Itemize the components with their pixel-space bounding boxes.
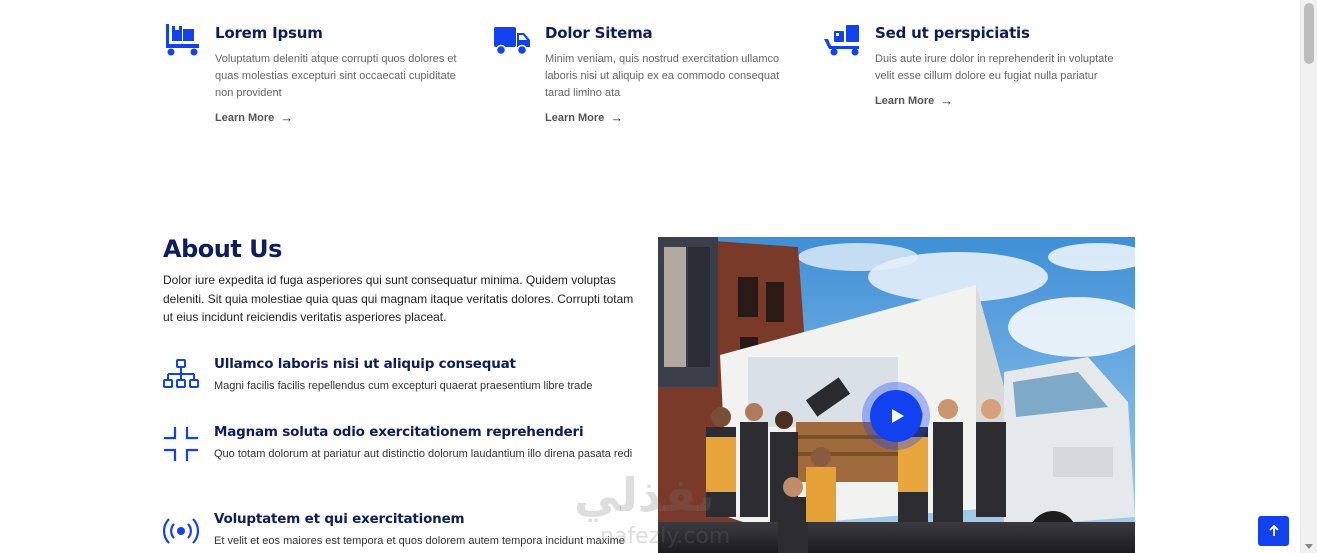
play-button[interactable] — [870, 390, 922, 442]
feature-text: Duis aute irure dolor in reprehenderit i… — [875, 53, 1114, 82]
play-icon — [892, 409, 904, 423]
about-title: About Us — [163, 235, 282, 263]
watermark-url: nafezly.com — [600, 524, 731, 549]
arrow-right-icon: → — [610, 110, 624, 125]
watermark-logo: نفذلي — [574, 468, 715, 522]
feature-text: Voluptatum deleniti atque corrupti quos … — [215, 53, 457, 99]
diagram-network-icon — [163, 358, 199, 394]
about-item-title: Magnam soluta odio exercitationem repreh… — [214, 424, 584, 440]
arrow-right-icon: → — [940, 93, 954, 108]
learn-more-label: Learn More — [545, 111, 605, 124]
feature-title: Sed ut perspiciatis — [875, 24, 1030, 42]
about-item-text: Et velit et eos maiores est tempora et q… — [214, 535, 625, 547]
feature-title: Dolor Sitema — [545, 24, 653, 42]
about-item-title: Ullamco laboris nisi ut aliquip consequa… — [214, 356, 516, 372]
arrow-up-icon — [1268, 525, 1279, 536]
delivery-truck-icon — [493, 22, 531, 56]
scrollbar-thumb[interactable] — [1304, 3, 1314, 64]
feature-text: Minim veniam, quis nostrud exercitation … — [545, 53, 780, 99]
about-item-text: Magni facilis facilis repellendus cum ex… — [214, 380, 593, 392]
fullscreen-exit-icon — [163, 426, 199, 462]
learn-more-label: Learn More — [215, 111, 275, 124]
learn-more-label: Learn More — [875, 94, 935, 107]
page: Lorem Ipsum Voluptatum deleniti atque co… — [0, 0, 1300, 553]
learn-more-link[interactable]: Learn More → — [215, 110, 293, 125]
scroll-down-arrow-icon[interactable] — [1305, 544, 1313, 549]
hand-truck-boxes-icon — [163, 22, 201, 56]
arrow-right-icon: → — [280, 110, 294, 125]
about-item-text: Quo totam dolorum at pariatur aut distin… — [214, 448, 633, 460]
vertical-scrollbar[interactable] — [1300, 0, 1317, 553]
back-to-top-button[interactable] — [1258, 516, 1289, 546]
hand-truck-icon — [823, 22, 861, 56]
learn-more-link[interactable]: Learn More → — [545, 110, 623, 125]
learn-more-link[interactable]: Learn More → — [875, 93, 953, 108]
video-thumbnail[interactable] — [658, 237, 1135, 553]
feature-title: Lorem Ipsum — [215, 24, 323, 42]
broadcast-icon — [163, 513, 199, 549]
about-text: Dolor iure expedita id fuga asperiores q… — [163, 273, 634, 324]
